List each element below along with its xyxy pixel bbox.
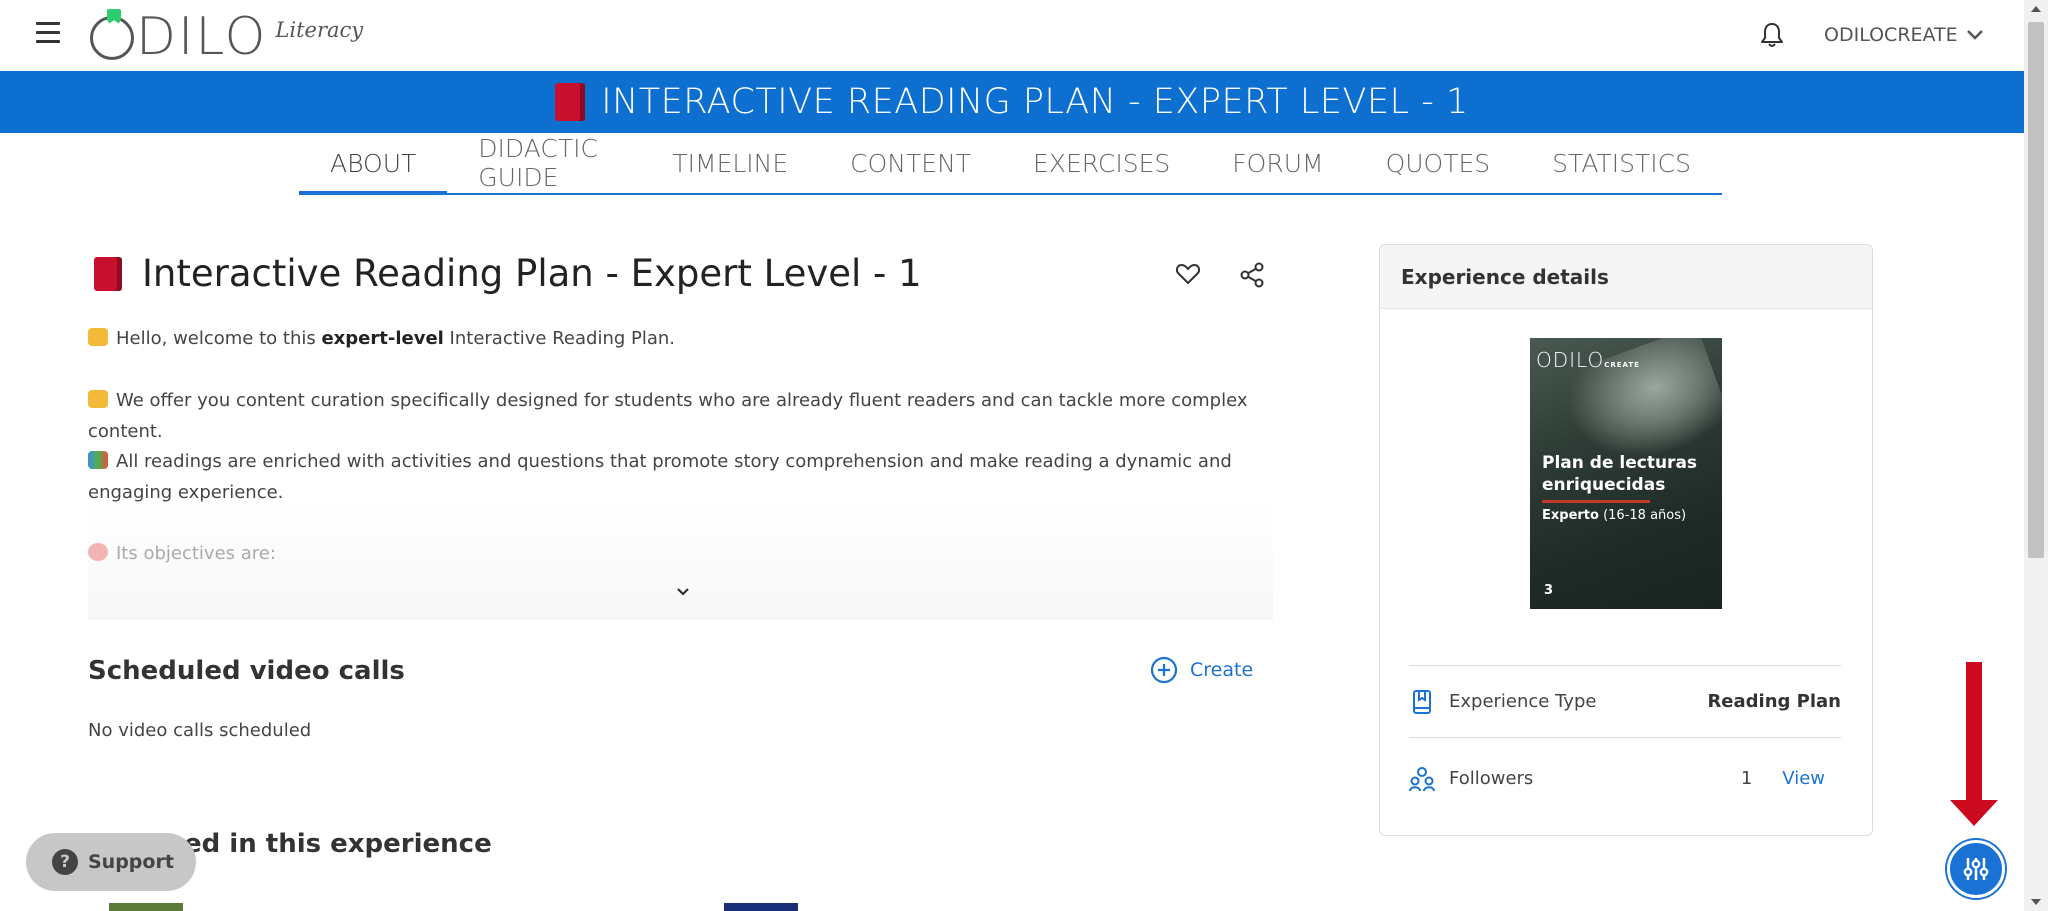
followers-row: Followers 1 View [1409, 737, 1841, 819]
red-book-icon [555, 83, 586, 121]
tab-quotes[interactable]: QUOTES [1355, 133, 1522, 193]
question-mark-icon: ? [52, 849, 78, 875]
followers-icon [1409, 766, 1435, 791]
p4-text: Its objectives are: [116, 543, 276, 564]
description-paragraph-1: Hello, welcome to this expert-level Inte… [88, 323, 1278, 354]
support-label: Support [88, 851, 174, 873]
scroll-down-arrow-icon[interactable] [2031, 899, 2041, 905]
share-icon[interactable] [1240, 262, 1264, 288]
p1-text-end: Interactive Reading Plan. [443, 328, 676, 349]
experience-title-banner: INTERACTIVE READING PLAN - EXPERT LEVEL … [601, 82, 1469, 122]
hamburger-menu-icon[interactable] [36, 22, 62, 44]
description-paragraph-4: Its objectives are: [88, 538, 1278, 569]
experience-title-bar: INTERACTIVE READING PLAN - EXPERT LEVEL … [0, 71, 2024, 133]
support-button[interactable]: ? Support [26, 833, 196, 891]
accessibility-settings-button[interactable] [1947, 840, 2005, 898]
plus-circle-icon [1150, 656, 1178, 684]
logo-ring [90, 9, 134, 60]
content-thumbnail[interactable] [724, 903, 798, 911]
tab-forum[interactable]: FORUM [1201, 133, 1354, 193]
p1-bold: expert-level [321, 328, 444, 349]
logo-text: DILO [136, 7, 268, 67]
cover-divider [1542, 500, 1650, 503]
tab-content[interactable]: CONTENT [819, 133, 1002, 193]
followers-count: 1 [1740, 768, 1753, 789]
followers-label: Followers [1449, 768, 1534, 789]
scrollbar-thumb[interactable] [2028, 22, 2044, 558]
experience-type-label: Experience Type [1449, 691, 1597, 712]
video-calls-title: Scheduled video calls [88, 656, 405, 686]
description-paragraph-3: All readings are enriched with activitie… [88, 446, 1278, 508]
user-menu-dropdown[interactable]: ODILOCREATE [1824, 24, 1984, 46]
content-thumbnail[interactable] [109, 903, 183, 911]
user-name: ODILOCREATE [1824, 24, 1958, 46]
cover-subtitle: Experto (16-18 años) [1542, 508, 1687, 523]
red-arrow-annotation [1966, 662, 1982, 802]
view-followers-link[interactable]: View [1782, 768, 1825, 789]
target-icon [88, 543, 108, 561]
card-title: Experience details [1380, 245, 1872, 309]
p2-text: We offer you content curation specifical… [88, 390, 1248, 442]
sliders-icon [1963, 858, 1989, 880]
page-scrollbar[interactable] [2024, 0, 2048, 911]
experience-details-card: Experience details ODILOCREATE Plan de l… [1379, 244, 1873, 836]
pointing-hand-icon [88, 390, 108, 408]
no-video-calls-text: No video calls scheduled [88, 720, 312, 741]
experience-type-value: Reading Plan [1707, 691, 1841, 712]
create-label: Create [1190, 659, 1254, 681]
p1-text: Hello, welcome to this [116, 328, 322, 349]
cover-number: 3 [1544, 583, 1554, 598]
experience-cover-image[interactable]: ODILOCREATE Plan de lecturas enriquecida… [1530, 338, 1722, 609]
books-icon [88, 451, 108, 469]
top-header: DILO Literacy ODILOCREATE [0, 0, 2024, 71]
tab-exercises[interactable]: EXERCISES [1002, 133, 1201, 193]
scroll-up-arrow-icon[interactable] [2031, 6, 2041, 12]
tab-didactic-guide[interactable]: DIDACTIC GUIDE [447, 133, 641, 193]
cover-logo: ODILOCREATE [1536, 348, 1640, 372]
experience-tabs: ABOUT DIDACTIC GUIDE TIMELINE CONTENT EX… [299, 133, 1722, 195]
chevron-down-icon [1966, 30, 1983, 40]
heart-icon[interactable] [1175, 262, 1201, 286]
page-title: Interactive Reading Plan - Expert Level … [94, 252, 922, 295]
odilo-logo[interactable]: DILO Literacy [90, 6, 364, 68]
tab-timeline[interactable]: TIMELINE [641, 133, 819, 193]
tab-statistics[interactable]: STATISTICS [1521, 133, 1722, 193]
expand-chevron-down-icon[interactable] [675, 586, 691, 598]
notification-bell-icon[interactable] [1760, 22, 1784, 48]
book-bookmark-icon [1413, 689, 1431, 714]
tab-about[interactable]: ABOUT [299, 133, 448, 195]
description-paragraph-2: We offer you content curation specifical… [88, 385, 1278, 447]
red-book-icon [94, 256, 122, 291]
waving-hand-icon [88, 328, 108, 346]
experience-type-row: Experience Type Reading Plan [1409, 665, 1841, 737]
included-section-title: ed in this experience [184, 829, 492, 859]
create-video-call-button[interactable]: Create [1150, 656, 1253, 684]
cover-title: Plan de lecturas enriquecidas [1542, 453, 1698, 495]
logo-wordmark: DILO [90, 6, 267, 68]
red-arrow-head [1950, 800, 1998, 826]
logo-subtitle: Literacy [275, 18, 364, 42]
page-title-text: Interactive Reading Plan - Expert Level … [142, 252, 922, 295]
p3-text: All readings are enriched with activitie… [88, 451, 1232, 503]
